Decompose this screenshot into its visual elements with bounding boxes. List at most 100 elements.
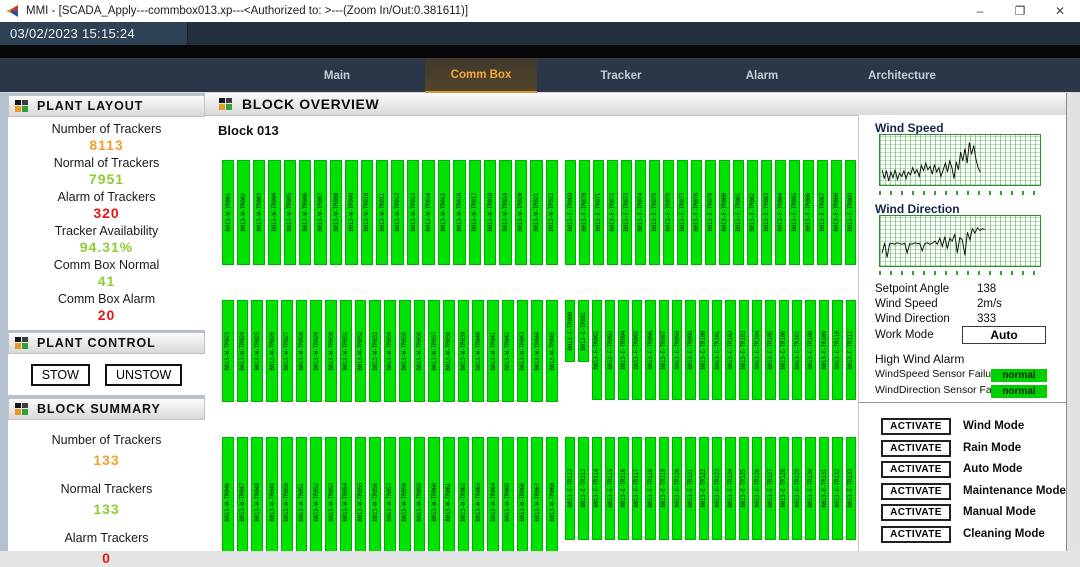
tracker-bar[interactable]: B013-W-TR015: [438, 160, 450, 265]
tracker-bar[interactable]: B013-W-TR032: [355, 300, 367, 402]
tracker-bar[interactable]: B013-W-TR047: [237, 437, 249, 551]
tracker-bar[interactable]: B013-W-TR053: [325, 437, 337, 551]
tracker-bar[interactable]: B013-W-TR020: [515, 160, 527, 265]
tracker-bar[interactable]: B013-E-TR114: [592, 437, 602, 540]
tab-tracker[interactable]: Tracker: [565, 58, 677, 93]
tracker-bar[interactable]: B013-W-TR046: [222, 437, 234, 551]
tracker-bar[interactable]: B013-W-TR059: [414, 437, 426, 551]
tracker-bar[interactable]: B013-W-TR028: [296, 300, 308, 402]
tracker-bar[interactable]: B013-W-TR039: [458, 300, 470, 402]
tracker-bar[interactable]: B013-W-TR030: [325, 300, 337, 402]
work-mode-select[interactable]: Auto: [962, 326, 1046, 344]
tracker-bar[interactable]: B013-E-TR092: [592, 300, 602, 400]
tracker-bar[interactable]: B013-E-TR083: [761, 160, 772, 265]
tracker-bar[interactable]: B013-E-TR127: [765, 437, 775, 540]
tracker-bar[interactable]: B013-W-TR034: [384, 300, 396, 402]
tracker-bar[interactable]: B013-W-TR040: [472, 300, 484, 402]
tracker-bar[interactable]: B013-W-TR022: [546, 160, 558, 265]
tracker-bar[interactable]: B013-W-TR014: [422, 160, 434, 265]
tracker-bar[interactable]: B013-W-TR017: [469, 160, 481, 265]
tracker-bar[interactable]: B013-E-TR070: [579, 160, 590, 265]
stow-button[interactable]: STOW: [31, 364, 90, 386]
tracker-bar[interactable]: B013-W-TR003: [253, 160, 265, 265]
restore-button[interactable]: ❐: [1000, 0, 1040, 22]
activate-button[interactable]: ACTIVATE: [881, 483, 951, 500]
tracker-bar[interactable]: B013-W-TR068: [546, 437, 558, 551]
tracker-bar[interactable]: B013-E-TR118: [645, 437, 655, 540]
tracker-bar[interactable]: B013-E-TR115: [605, 437, 615, 540]
tracker-bar[interactable]: B013-W-TR054: [340, 437, 352, 551]
tracker-bar[interactable]: B013-W-TR045: [546, 300, 558, 402]
tracker-bar[interactable]: B013-E-TR110: [832, 300, 842, 400]
tracker-bar[interactable]: B013-E-TR072: [607, 160, 618, 265]
tracker-bar[interactable]: B013-W-TR067: [531, 437, 543, 551]
close-button[interactable]: ✕: [1040, 0, 1080, 22]
tracker-bar[interactable]: B013-W-TR041: [487, 300, 499, 402]
tracker-bar[interactable]: B013-W-TR060: [428, 437, 440, 551]
activate-button[interactable]: ACTIVATE: [881, 418, 951, 435]
tracker-bar[interactable]: B013-E-TR105: [765, 300, 775, 400]
tracker-bar[interactable]: B013-E-TR107: [792, 300, 802, 400]
tracker-bar[interactable]: B013-E-TR131: [819, 437, 829, 540]
tracker-bar[interactable]: B013-E-TR087: [817, 160, 828, 265]
tracker-bar[interactable]: B013-E-TR123: [712, 437, 722, 540]
tracker-bar[interactable]: B013-W-TR024: [237, 300, 249, 402]
tracker-bar[interactable]: B013-E-TR117: [632, 437, 642, 540]
tracker-bar[interactable]: B013-E-TR112: [565, 437, 575, 540]
tracker-bar[interactable]: B013-E-TR125: [739, 437, 749, 540]
tracker-bar[interactable]: B013-W-TR002: [237, 160, 249, 265]
tracker-bar[interactable]: B013-W-TR021: [530, 160, 542, 265]
tracker-bar[interactable]: B013-E-TR089: [845, 160, 856, 265]
tracker-bar[interactable]: B013-E-TR090: [565, 300, 575, 362]
activate-button[interactable]: ACTIVATE: [881, 526, 951, 543]
tracker-bar[interactable]: B013-W-TR012: [391, 160, 403, 265]
tracker-bar[interactable]: B013-E-TR095: [632, 300, 642, 400]
tracker-bar[interactable]: B013-W-TR056: [369, 437, 381, 551]
minimize-button[interactable]: –: [960, 0, 1000, 22]
tracker-bar[interactable]: B013-E-TR124: [725, 437, 735, 540]
tracker-bar[interactable]: B013-E-TR076: [663, 160, 674, 265]
tracker-bar[interactable]: B013-W-TR044: [531, 300, 543, 402]
tracker-bar[interactable]: B013-E-TR088: [831, 160, 842, 265]
tracker-bar[interactable]: B013-E-TR126: [752, 437, 762, 540]
tracker-bar[interactable]: B013-E-TR132: [832, 437, 842, 540]
tracker-bar[interactable]: B013-E-TR121: [685, 437, 695, 540]
tracker-bar[interactable]: B013-E-TR113: [578, 437, 588, 540]
tracker-bar[interactable]: B013-E-TR104: [752, 300, 762, 400]
tracker-bar[interactable]: B013-E-TR074: [635, 160, 646, 265]
tracker-bar[interactable]: B013-E-TR091: [578, 300, 588, 362]
tab-main[interactable]: Main: [281, 58, 393, 93]
tracker-bar[interactable]: B013-W-TR025: [251, 300, 263, 402]
tracker-bar[interactable]: B013-E-TR103: [739, 300, 749, 400]
tracker-bar[interactable]: B013-W-TR016: [453, 160, 465, 265]
tracker-bar[interactable]: B013-W-TR006: [299, 160, 311, 265]
tracker-bar[interactable]: B013-W-TR064: [487, 437, 499, 551]
tracker-bar[interactable]: B013-E-TR093: [605, 300, 615, 400]
tab-alarm[interactable]: Alarm: [706, 58, 818, 93]
tracker-bar[interactable]: B013-E-TR106: [779, 300, 789, 400]
tracker-bar[interactable]: B013-E-TR073: [621, 160, 632, 265]
tracker-bar[interactable]: B013-E-TR122: [699, 437, 709, 540]
tracker-bar[interactable]: B013-W-TR010: [361, 160, 373, 265]
tracker-bar[interactable]: B013-E-TR119: [659, 437, 669, 540]
tracker-bar[interactable]: B013-E-TR098: [672, 300, 682, 400]
tracker-bar[interactable]: B013-E-TR100: [699, 300, 709, 400]
tracker-bar[interactable]: B013-E-TR097: [659, 300, 669, 400]
tracker-bar[interactable]: B013-W-TR004: [268, 160, 280, 265]
unstow-button[interactable]: UNSTOW: [105, 364, 182, 386]
tracker-bar[interactable]: B013-E-TR102: [725, 300, 735, 400]
tracker-bar[interactable]: B013-W-TR051: [296, 437, 308, 551]
tracker-bar[interactable]: B013-W-TR023: [222, 300, 234, 402]
tracker-bar[interactable]: B013-E-TR130: [805, 437, 815, 540]
tracker-bar[interactable]: B013-W-TR061: [443, 437, 455, 551]
tracker-bar[interactable]: B013-E-TR111: [846, 300, 856, 400]
tracker-bar[interactable]: B013-W-TR043: [517, 300, 529, 402]
activate-button[interactable]: ACTIVATE: [881, 461, 951, 478]
tracker-bar[interactable]: B013-W-TR050: [281, 437, 293, 551]
tracker-bar[interactable]: B013-E-TR078: [691, 160, 702, 265]
tracker-bar[interactable]: B013-E-TR109: [819, 300, 829, 400]
tracker-bar[interactable]: B013-E-TR084: [775, 160, 786, 265]
tab-comm-box[interactable]: Comm Box: [425, 58, 537, 93]
tracker-bar[interactable]: B013-W-TR031: [340, 300, 352, 402]
activate-button[interactable]: ACTIVATE: [881, 440, 951, 457]
